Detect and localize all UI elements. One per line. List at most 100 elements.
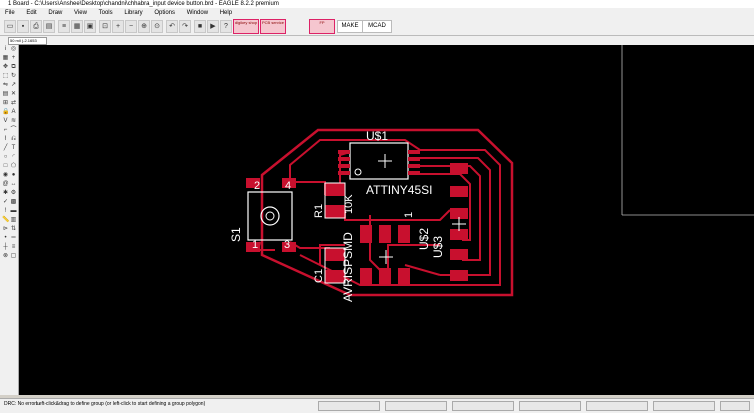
u3-pad-3[interactable]: [450, 270, 468, 281]
schematic-icon[interactable]: ≡: [58, 20, 70, 33]
go-icon[interactable]: ▶: [207, 20, 219, 33]
measure-icon[interactable]: 📏: [2, 217, 9, 224]
move-icon[interactable]: ✥: [2, 64, 9, 71]
wire-icon[interactable]: ╱: [2, 145, 9, 152]
u1-pad-l2[interactable]: [338, 157, 350, 161]
add-icon[interactable]: ⊞: [2, 100, 9, 107]
u2-pad-1[interactable]: [450, 163, 468, 174]
u3-pad-2[interactable]: [450, 249, 468, 260]
net-icon[interactable]: ┼: [2, 244, 9, 251]
u2-pad-2[interactable]: [450, 186, 468, 197]
menu-library[interactable]: Library: [124, 10, 142, 16]
errors-icon[interactable]: !: [2, 208, 9, 215]
open-icon[interactable]: ▭: [4, 20, 16, 33]
ratsnest-icon[interactable]: ✱: [2, 190, 9, 197]
arc-icon[interactable]: ◜: [10, 154, 17, 161]
pinswap-icon[interactable]: ⇅: [10, 226, 17, 233]
route-icon[interactable]: ⌇: [2, 136, 9, 143]
avr-pad-4[interactable]: [360, 268, 372, 286]
menu-options[interactable]: Options: [154, 10, 175, 16]
invoke-icon[interactable]: ⊗: [2, 253, 9, 260]
u1-pad-l3[interactable]: [338, 164, 350, 168]
lock-icon[interactable]: 🔒: [2, 109, 9, 116]
rotate-icon[interactable]: ↻: [10, 73, 17, 80]
rect-icon[interactable]: □: [2, 163, 9, 170]
run-icon[interactable]: ▣: [84, 20, 96, 33]
u1-pad-r2[interactable]: [408, 157, 420, 161]
erc-icon[interactable]: ✓: [2, 199, 9, 206]
cam-icon[interactable]: ▤: [43, 20, 55, 33]
avr-pad-2[interactable]: [379, 225, 391, 243]
copy-icon[interactable]: ⧉: [10, 64, 17, 71]
replace-icon[interactable]: ⇄: [10, 100, 17, 107]
undo-icon[interactable]: ↶: [166, 20, 178, 33]
stop-icon[interactable]: ■: [194, 20, 206, 33]
polygon-icon[interactable]: ⬠: [10, 163, 17, 170]
board-canvas[interactable]: 2 4 1 3 S1 U$1 ATTINY45SI R1 10K C1 AVRI…: [19, 45, 754, 395]
hole-icon[interactable]: ●: [10, 172, 17, 179]
zoom-select-icon[interactable]: ⊕: [138, 20, 150, 33]
board-drawing[interactable]: 2 4 1 3 S1 U$1 ATTINY45SI R1 10K C1 AVRI…: [19, 45, 754, 395]
display-icon[interactable]: ▦: [2, 55, 9, 62]
print-icon[interactable]: ⎙: [30, 20, 42, 33]
smash-icon[interactable]: ≋: [10, 118, 17, 125]
menu-draw[interactable]: Draw: [48, 10, 62, 16]
menu-file[interactable]: File: [5, 10, 15, 16]
r1-pad-top[interactable]: [325, 183, 345, 196]
save-icon[interactable]: ▪: [17, 20, 29, 33]
avr-pad-3[interactable]: [398, 225, 410, 243]
avr-pad-6[interactable]: [398, 268, 410, 286]
delete-icon[interactable]: ✕: [10, 91, 17, 98]
u1-pad-r3[interactable]: [408, 164, 420, 168]
paste-icon[interactable]: ▤: [2, 91, 9, 98]
manufacturing-icon[interactable]: ▥: [10, 217, 17, 224]
mark-icon[interactable]: +: [10, 55, 17, 62]
digikey-button[interactable]: digikey shop: [233, 19, 259, 34]
text-icon[interactable]: T: [10, 145, 17, 152]
gate-icon[interactable]: ⊳: [2, 226, 9, 233]
menu-edit[interactable]: Edit: [26, 10, 36, 16]
miter-icon[interactable]: ⌒: [10, 127, 17, 134]
name-icon[interactable]: A: [10, 109, 17, 116]
u1-pad-l4[interactable]: [338, 171, 350, 175]
r1-pad-bottom[interactable]: [325, 205, 345, 218]
script-icon[interactable]: ▦: [71, 20, 83, 33]
mcad-button[interactable]: MCAD: [362, 20, 392, 33]
zoom-fit-icon[interactable]: ⊡: [99, 20, 111, 33]
group-icon[interactable]: ⬚: [2, 73, 9, 80]
mirror-icon[interactable]: ⇋: [2, 82, 9, 89]
menu-window[interactable]: Window: [187, 10, 208, 16]
avr-pad-5[interactable]: [379, 268, 391, 286]
drc-icon[interactable]: ▩: [10, 199, 17, 206]
autorouter-icon[interactable]: ⚙: [10, 190, 17, 197]
frame-icon[interactable]: ▢: [10, 253, 17, 260]
u1-pad-r4[interactable]: [408, 171, 420, 175]
optimize-icon[interactable]: ↗: [10, 82, 17, 89]
ripup-icon[interactable]: ⎌: [10, 136, 17, 143]
circle-icon[interactable]: ○: [2, 154, 9, 161]
redraw-icon[interactable]: ⊙: [151, 20, 163, 33]
bus-icon[interactable]: ═: [10, 235, 17, 242]
show-icon[interactable]: ◎: [10, 46, 17, 53]
via-icon[interactable]: ◉: [2, 172, 9, 179]
u1-pad-r1[interactable]: [408, 150, 420, 154]
info-icon[interactable]: i: [2, 46, 9, 53]
avr-pad-1[interactable]: [360, 225, 372, 243]
junction-icon[interactable]: •: [2, 235, 9, 242]
dimension-icon[interactable]: ↔: [10, 181, 17, 188]
zoom-in-icon[interactable]: +: [112, 20, 124, 33]
value-icon[interactable]: V: [2, 118, 9, 125]
make-button[interactable]: MAKE: [337, 20, 363, 33]
split-icon[interactable]: ⌐: [2, 127, 9, 134]
menu-tools[interactable]: Tools: [99, 10, 113, 16]
menu-help[interactable]: Help: [220, 10, 232, 16]
u1-pad-l1[interactable]: [338, 150, 350, 154]
layer-icon[interactable]: ▬: [10, 208, 17, 215]
zoom-out-icon[interactable]: −: [125, 20, 137, 33]
redo-icon[interactable]: ↷: [179, 20, 191, 33]
label-icon[interactable]: ≡: [10, 244, 17, 251]
attribute-icon[interactable]: @: [2, 181, 9, 188]
pcb-service-button[interactable]: PCB service: [260, 19, 286, 34]
menu-view[interactable]: View: [74, 10, 87, 16]
fusion-button[interactable]: FP: [309, 19, 335, 34]
